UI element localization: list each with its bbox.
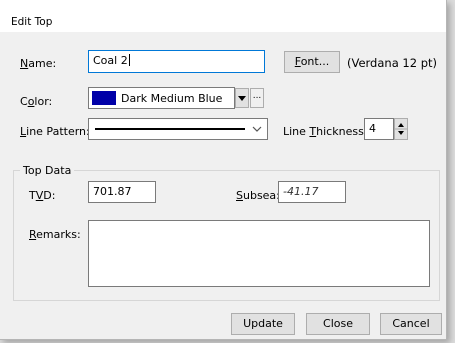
- subsea-label: Subsea:: [236, 189, 280, 202]
- name-input[interactable]: Coal 2: [88, 50, 265, 73]
- line-pattern-label: Line Pattern:: [20, 125, 90, 138]
- line-pattern-preview: [95, 128, 245, 130]
- cancel-button[interactable]: Cancel: [380, 313, 442, 335]
- subsea-input[interactable]: -41.17: [278, 181, 346, 203]
- arrow-down-icon: [238, 96, 246, 101]
- dialog-title: Edit Top: [11, 16, 53, 28]
- color-dropdown-arrow[interactable]: [235, 88, 249, 108]
- color-dropdown[interactable]: Dark Medium Blue: [88, 87, 235, 109]
- remarks-textarea[interactable]: [88, 220, 430, 287]
- name-label: Name:: [20, 57, 57, 70]
- color-selected: Dark Medium Blue: [121, 92, 223, 105]
- color-more-button[interactable]: ...: [250, 88, 264, 108]
- font-description: (Verdana 12 pt): [347, 56, 437, 70]
- remarks-label: Remarks:: [29, 228, 81, 241]
- update-button[interactable]: Update: [231, 313, 295, 335]
- edit-top-dialog: Edit Top Name: Coal 2 Font... (Verdana 1…: [0, 0, 447, 340]
- title-bar[interactable]: Edit Top: [0, 0, 446, 32]
- font-button[interactable]: Font...: [284, 51, 340, 73]
- tvd-input[interactable]: 701.87: [88, 181, 156, 203]
- line-thickness-spinner[interactable]: [394, 118, 408, 140]
- spinner-arrows-icon: [395, 123, 407, 135]
- line-thickness-label: Line Thickness:: [283, 125, 368, 138]
- chevron-down-icon: [252, 126, 262, 132]
- close-button[interactable]: Close: [306, 313, 370, 335]
- line-pattern-dropdown[interactable]: [88, 118, 268, 140]
- text-caret: [128, 54, 130, 66]
- tvd-label: TVD:: [29, 189, 56, 202]
- color-swatch: [92, 91, 116, 105]
- line-thickness-input[interactable]: 4: [364, 118, 394, 140]
- color-label: Color:: [20, 95, 53, 108]
- top-data-group-label: Top Data: [20, 164, 75, 177]
